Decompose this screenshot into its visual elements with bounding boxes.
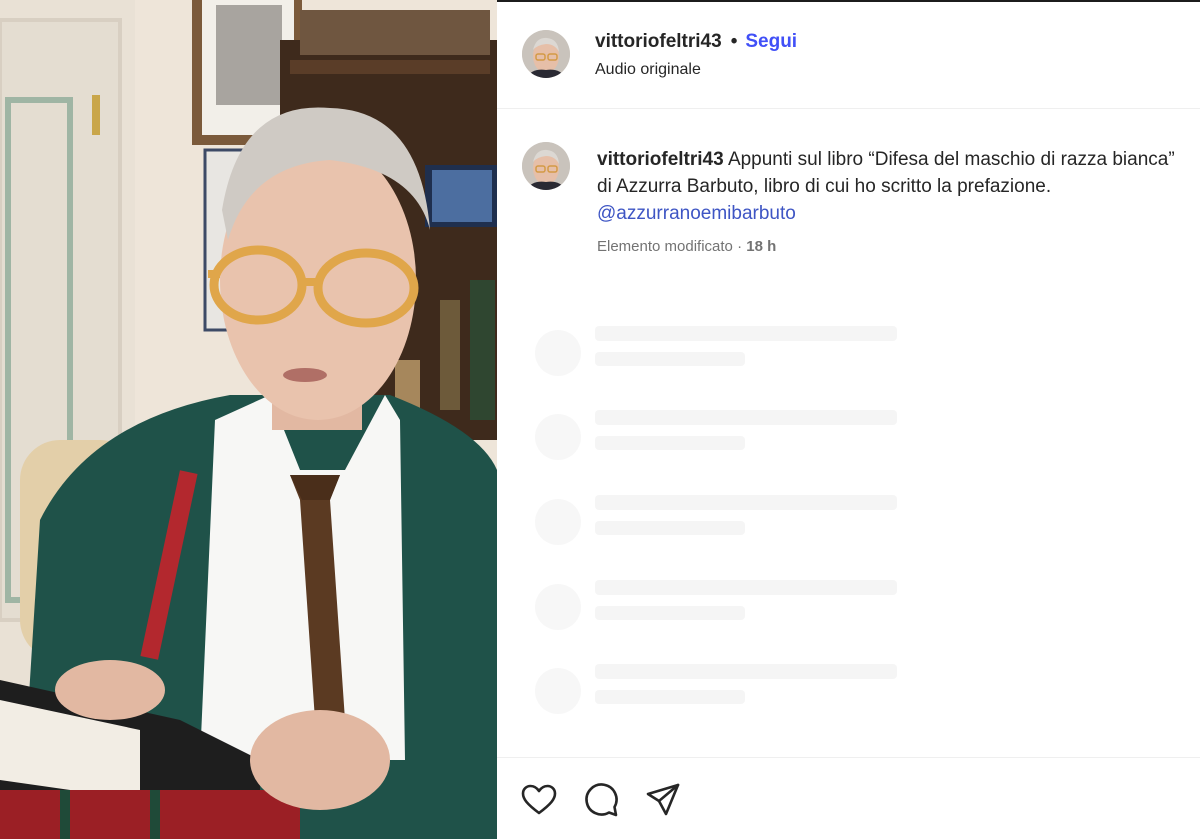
post-caption: vittoriofeltri43 Appunti sul libro “Dife… [497,110,1200,280]
comment-skeleton-row [535,326,1195,386]
post-header: vittoriofeltri43 • Segui Audio originale [497,2,1200,109]
skeleton-avatar [535,499,581,545]
caption-text: vittoriofeltri43 Appunti sul libro “Dife… [597,146,1187,227]
comment-icon[interactable] [581,780,621,820]
edited-label: Elemento modificato [597,238,733,255]
skeleton-line [595,326,897,341]
audio-label[interactable]: Audio originale [595,61,701,79]
caption-author-avatar[interactable] [522,142,570,190]
share-icon[interactable] [643,780,683,820]
separator-dot: • [730,31,738,52]
post-time[interactable]: 18 h [746,238,776,255]
skeleton-line [595,436,745,450]
comment-skeleton-row [535,410,1195,470]
comment-skeleton-row [535,664,1195,724]
caption-mention-link[interactable]: @azzurranoemibarbuto [597,203,796,224]
video-frame[interactable] [0,0,497,839]
skeleton-line [595,352,745,366]
avatar-portrait-icon [522,142,570,190]
header-user-row: vittoriofeltri43 • Segui [595,30,797,54]
comment-skeleton-row [535,580,1195,640]
comment-skeleton-row [535,495,1195,555]
skeleton-line [595,410,897,425]
skeleton-line [595,664,897,679]
video-still-illustration [0,0,497,839]
skeleton-line [595,606,745,620]
avatar-portrait-icon [522,30,570,78]
skeleton-avatar [535,584,581,630]
skeleton-avatar [535,330,581,376]
caption-username[interactable]: vittoriofeltri43 [597,149,724,170]
skeleton-avatar [535,668,581,714]
author-avatar[interactable] [522,30,570,78]
skeleton-line [595,495,897,510]
skeleton-line [595,580,897,595]
caption-meta: Elemento modificato · 18 h [597,238,776,255]
post-side-panel: vittoriofeltri43 • Segui Audio originale… [497,0,1200,839]
skeleton-line [595,690,745,704]
post-actions-bar [497,757,1200,839]
meta-separator: · [732,238,747,255]
follow-button[interactable]: Segui [745,31,797,53]
skeleton-avatar [535,414,581,460]
heart-icon[interactable] [519,780,559,820]
author-username[interactable]: vittoriofeltri43 [595,31,722,53]
skeleton-line [595,521,745,535]
